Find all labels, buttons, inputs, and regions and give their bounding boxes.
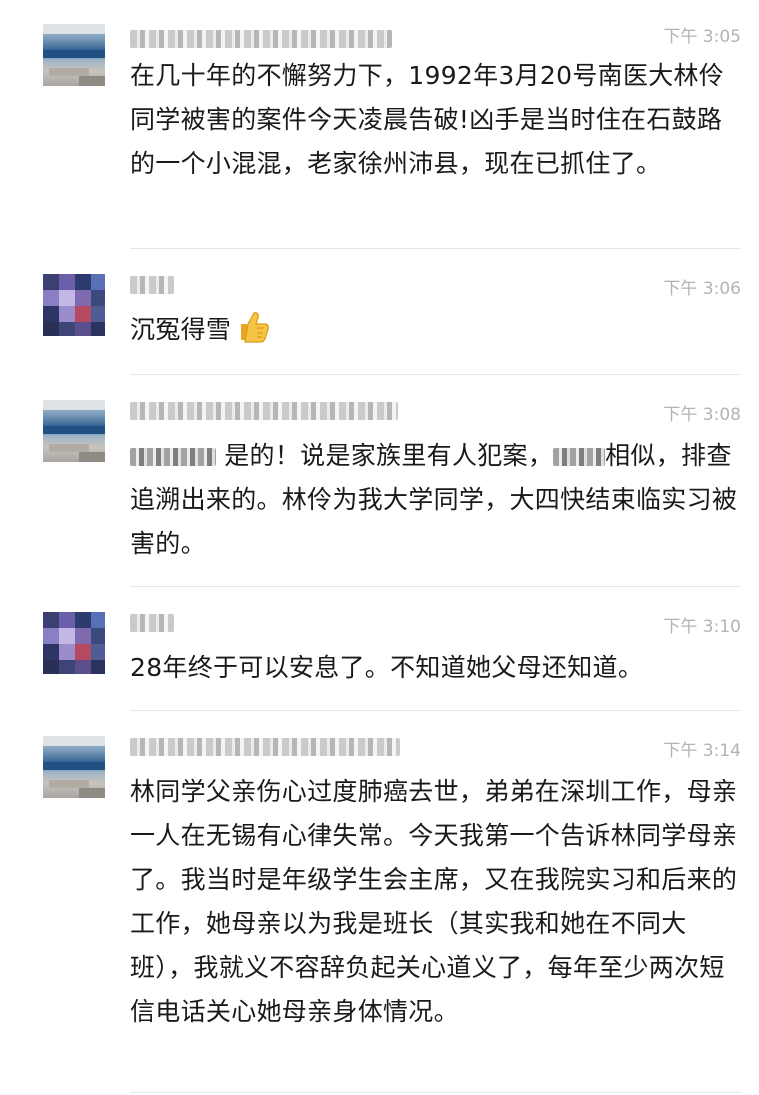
blurred-mention [130,448,216,466]
divider [130,586,741,587]
comment-text-body: 沉冤得雪 [130,315,232,344]
blurred-username[interactable] [130,402,398,420]
timestamp: 下午 3:06 [663,279,741,299]
timestamp: 下午 3:08 [663,405,741,425]
blurred-word [553,448,606,466]
comment-text-part-1: 是的！说是家族里有人犯案， [224,441,554,470]
avatar[interactable] [43,612,105,674]
comment-text: 28年终于可以安息了。不知道她父母还知道。 [130,653,644,682]
avatar[interactable] [43,274,105,336]
timestamp: 下午 3:14 [663,741,741,761]
divider [130,374,741,375]
avatar[interactable] [43,736,105,798]
avatar[interactable] [43,400,105,462]
timestamp: 下午 3:05 [663,27,741,47]
blurred-username[interactable] [130,738,400,756]
divider [130,710,741,711]
comment-text: 在几十年的不懈努力下，1992年3月20号南医大林伶同学被害的案件今天凌晨告破!… [130,61,725,178]
blurred-username[interactable] [130,30,392,48]
comment-text: 是的！说是家族里有人犯案， 相似，排查追溯出来的。林伶为我大学同学，大四快结束临实… [130,434,742,566]
blurred-username[interactable] [130,276,174,294]
comment-text: 沉冤得雪 [130,308,742,358]
comment-text: 林同学父亲伤心过度肺癌去世，弟弟在深圳工作，母亲一人在无锡有心律失常。今天我第一… [130,777,738,1026]
divider [130,248,741,249]
timestamp: 下午 3:10 [663,617,741,637]
avatar[interactable] [43,24,105,86]
thumbs-up-icon [235,308,271,358]
divider [130,1092,741,1093]
blurred-username[interactable] [130,614,174,632]
